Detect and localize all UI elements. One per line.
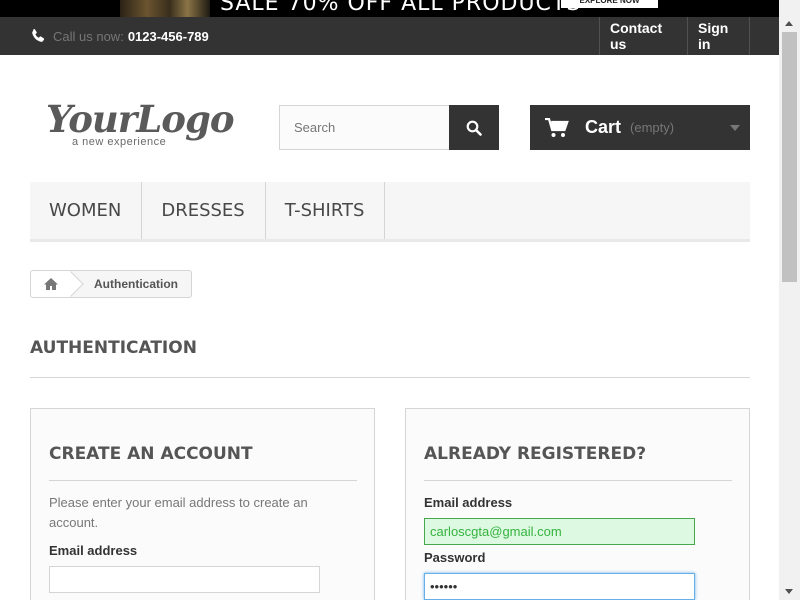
menu-item-t-shirts[interactable]: T-shirts [266, 182, 386, 239]
login-box: Already registered? Email address Passwo… [405, 408, 750, 600]
login-password-label: Password [424, 550, 486, 565]
sign-in-link[interactable]: Sign in [687, 17, 750, 55]
login-email-label: Email address [424, 495, 513, 510]
create-account-description: Please enter your email address to creat… [49, 495, 308, 530]
promo-banner[interactable]: SALE 70% OFF ALL PRODUCTS EXPLORE NOW [0, 0, 779, 17]
logo-tagline: a new experience [72, 136, 167, 148]
breadcrumb-current: Authentication [94, 277, 178, 291]
create-email-label: Email address [49, 543, 138, 558]
shopping-cart-icon [545, 117, 569, 138]
site-logo[interactable]: YourLogo a new experience [46, 97, 235, 155]
create-account-divider [49, 480, 357, 481]
search-form [279, 105, 499, 150]
login-heading: Already registered? [424, 444, 647, 464]
phone-info: Call us now: 0123-456-789 [30, 17, 209, 55]
menu-item-women[interactable]: Women [30, 182, 143, 239]
create-account-heading: Create an account [49, 444, 253, 464]
top-bar: Call us now: 0123-456-789 Contact us Sig… [0, 17, 779, 55]
phone-number: 0123-456-789 [127, 28, 209, 44]
page-title: Authentication [30, 338, 197, 358]
promo-cta-button[interactable]: EXPLORE NOW [561, 0, 658, 8]
cart-status: (empty) [630, 120, 675, 135]
login-divider [424, 480, 732, 481]
title-divider [30, 377, 750, 378]
breadcrumb: Authentication [30, 270, 192, 298]
cart-button[interactable]: Cart (empty) [530, 105, 750, 150]
home-icon [44, 278, 58, 290]
search-input[interactable] [279, 105, 450, 150]
search-icon [466, 120, 482, 136]
phone-icon [32, 28, 45, 42]
promo-image [120, 0, 210, 17]
main-menu: Women Dresses T-shirts [30, 182, 750, 242]
promo-headline: SALE 70% OFF ALL PRODUCTS [220, 0, 582, 16]
contact-us-link[interactable]: Contact us [599, 17, 688, 55]
chevron-down-icon [730, 125, 740, 131]
create-account-box: Create an account Please enter your emai… [30, 408, 375, 600]
search-button[interactable] [449, 105, 499, 150]
scroll-thumb[interactable] [782, 32, 797, 282]
page-scrollbar[interactable] [779, 17, 800, 600]
create-email-field[interactable] [49, 566, 320, 593]
login-email-field[interactable] [424, 518, 695, 545]
scroll-down-arrow-icon[interactable] [785, 589, 793, 594]
logo-text: YourLogo [46, 97, 235, 141]
call-label: Call us now: [53, 28, 124, 44]
login-password-field[interactable] [424, 573, 695, 600]
scroll-up-arrow-icon[interactable] [785, 21, 793, 26]
breadcrumb-home-link[interactable] [31, 271, 71, 297]
cart-label: Cart [585, 117, 622, 137]
scrollbar-track-top [779, 0, 800, 17]
menu-item-dresses[interactable]: Dresses [142, 182, 266, 239]
